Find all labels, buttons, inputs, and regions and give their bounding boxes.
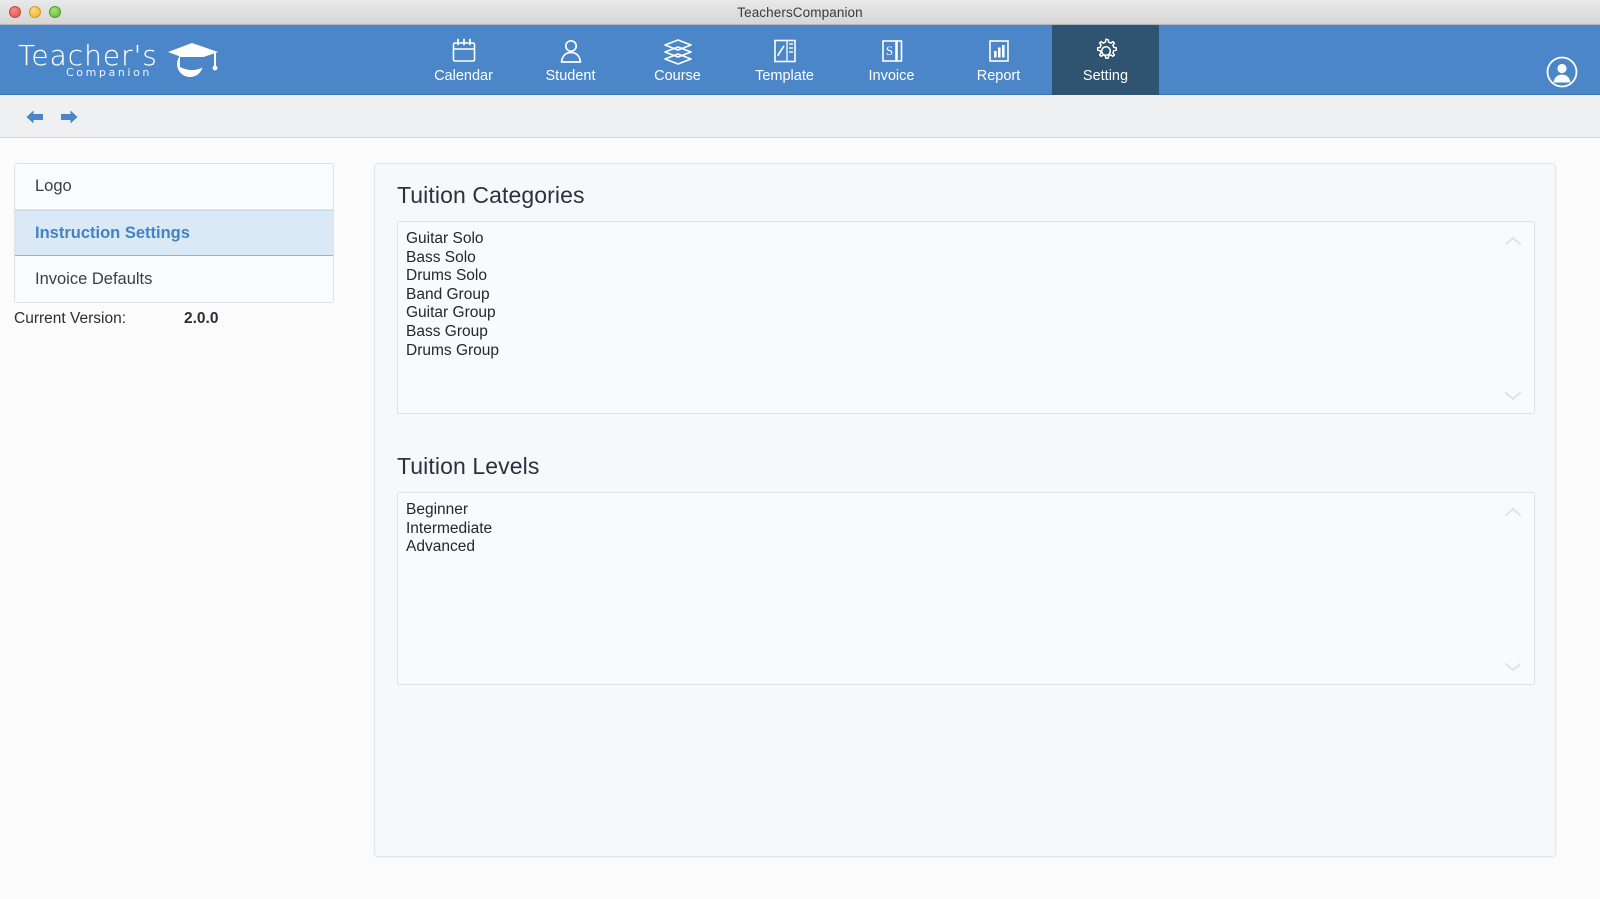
graduation-cap-icon xyxy=(168,43,218,77)
tuition-levels-listbox[interactable]: Beginner Intermediate Advanced xyxy=(397,492,1535,685)
window-title: TeachersCompanion xyxy=(737,4,863,20)
breadcrumb-toolbar xyxy=(0,95,1600,138)
page-body: Logo Instruction Settings Invoice Defaul… xyxy=(0,138,1600,899)
arrow-right-icon xyxy=(61,110,78,124)
list-item[interactable]: Bass Solo xyxy=(406,249,1534,268)
nav-item-label: Report xyxy=(976,68,1021,84)
sidebar-item-logo[interactable]: Logo xyxy=(15,164,333,210)
gear-icon xyxy=(1091,36,1121,66)
nav-item-template[interactable]: Template xyxy=(731,25,838,95)
user-icon xyxy=(557,36,585,66)
instruction-settings-panel: Tuition Categories Guitar Solo Bass Solo… xyxy=(374,163,1556,857)
list-item[interactable]: Intermediate xyxy=(406,520,1534,539)
list-item[interactable]: Beginner xyxy=(406,501,1534,520)
tuition-levels-section: Tuition Levels Beginner Intermediate Adv… xyxy=(397,453,1535,685)
chevron-up-icon xyxy=(1504,507,1522,517)
sidebar-item-invoice-defaults[interactable]: Invoice Defaults xyxy=(15,256,333,302)
arrow-left-icon xyxy=(26,110,43,124)
svg-text:S: S xyxy=(885,43,892,58)
nav-item-label: Student xyxy=(545,68,596,84)
tuition-levels-list: Beginner Intermediate Advanced xyxy=(398,493,1534,557)
list-item[interactable]: Drums Solo xyxy=(406,267,1534,286)
current-version-label: Current Version: xyxy=(14,310,126,327)
nav-item-label: Invoice xyxy=(868,68,915,84)
maximize-button[interactable] xyxy=(49,6,61,18)
tuition-levels-title: Tuition Levels xyxy=(397,453,540,479)
nav-item-report[interactable]: Report xyxy=(945,25,1052,95)
list-item[interactable]: Drums Group xyxy=(406,342,1534,361)
list-item[interactable]: Guitar Group xyxy=(406,304,1534,323)
chart-bars-icon xyxy=(985,36,1013,66)
tuition-categories-title: Tuition Categories xyxy=(397,182,585,208)
nav-item-invoice[interactable]: S Invoice xyxy=(838,25,945,95)
sidebar-item-label: Logo xyxy=(35,177,72,195)
scroll-up-button[interactable] xyxy=(1504,505,1522,517)
settings-sidebar: Logo Instruction Settings Invoice Defaul… xyxy=(14,163,334,303)
logo-subtitle: Companion xyxy=(66,66,152,79)
sidebar-item-label: Invoice Defaults xyxy=(35,269,153,288)
books-icon xyxy=(663,36,693,66)
close-button[interactable] xyxy=(9,6,21,18)
sidebar-item-label: Instruction Settings xyxy=(35,223,190,242)
nav-item-student[interactable]: Student xyxy=(517,25,624,95)
calendar-icon xyxy=(450,36,478,66)
nav-item-label: Course xyxy=(654,68,701,84)
sidebar-item-instruction-settings[interactable]: Instruction Settings xyxy=(15,210,333,256)
tuition-categories-list: Guitar Solo Bass Solo Drums Solo Band Gr… xyxy=(398,222,1534,360)
list-item[interactable]: Band Group xyxy=(406,286,1534,305)
chevron-down-icon xyxy=(1504,662,1522,672)
minimize-button[interactable] xyxy=(29,6,41,18)
nav-item-setting[interactable]: Setting xyxy=(1052,25,1159,95)
chevron-up-icon xyxy=(1504,236,1522,246)
forward-button[interactable] xyxy=(56,104,82,130)
app-logo[interactable]: Teacher's Companion xyxy=(16,35,218,87)
list-item[interactable]: Advanced xyxy=(406,538,1534,557)
nav-item-course[interactable]: Course xyxy=(624,25,731,95)
window-controls xyxy=(9,6,61,18)
invoice-icon: S xyxy=(878,36,906,66)
chevron-down-icon xyxy=(1504,391,1522,401)
nav-item-label: Setting xyxy=(1082,68,1129,84)
nav-item-label: Calendar xyxy=(434,68,493,84)
tuition-categories-section: Tuition Categories Guitar Solo Bass Solo… xyxy=(397,182,1535,414)
nav-item-label: Template xyxy=(755,68,814,84)
current-version-value: 2.0.0 xyxy=(184,310,219,327)
nav-item-calendar[interactable]: Calendar xyxy=(410,25,517,95)
tuition-categories-listbox[interactable]: Guitar Solo Bass Solo Drums Solo Band Gr… xyxy=(397,221,1535,414)
current-version-row: Current Version: 2.0.0 xyxy=(14,310,334,328)
scroll-up-button[interactable] xyxy=(1504,234,1522,246)
main-navbar: Teacher's Companion Calendar Student Cou… xyxy=(0,25,1600,95)
user-circle-icon xyxy=(1546,56,1578,88)
scroll-down-button[interactable] xyxy=(1504,389,1522,401)
window-titlebar: TeachersCompanion xyxy=(0,0,1600,25)
template-icon xyxy=(771,36,799,66)
list-item[interactable]: Bass Group xyxy=(406,323,1534,342)
scroll-down-button[interactable] xyxy=(1504,660,1522,672)
back-button[interactable] xyxy=(22,104,48,130)
nav-items: Calendar Student Course Template S Invoi… xyxy=(410,25,1159,95)
account-avatar-button[interactable] xyxy=(1546,56,1578,88)
list-item[interactable]: Guitar Solo xyxy=(406,230,1534,249)
